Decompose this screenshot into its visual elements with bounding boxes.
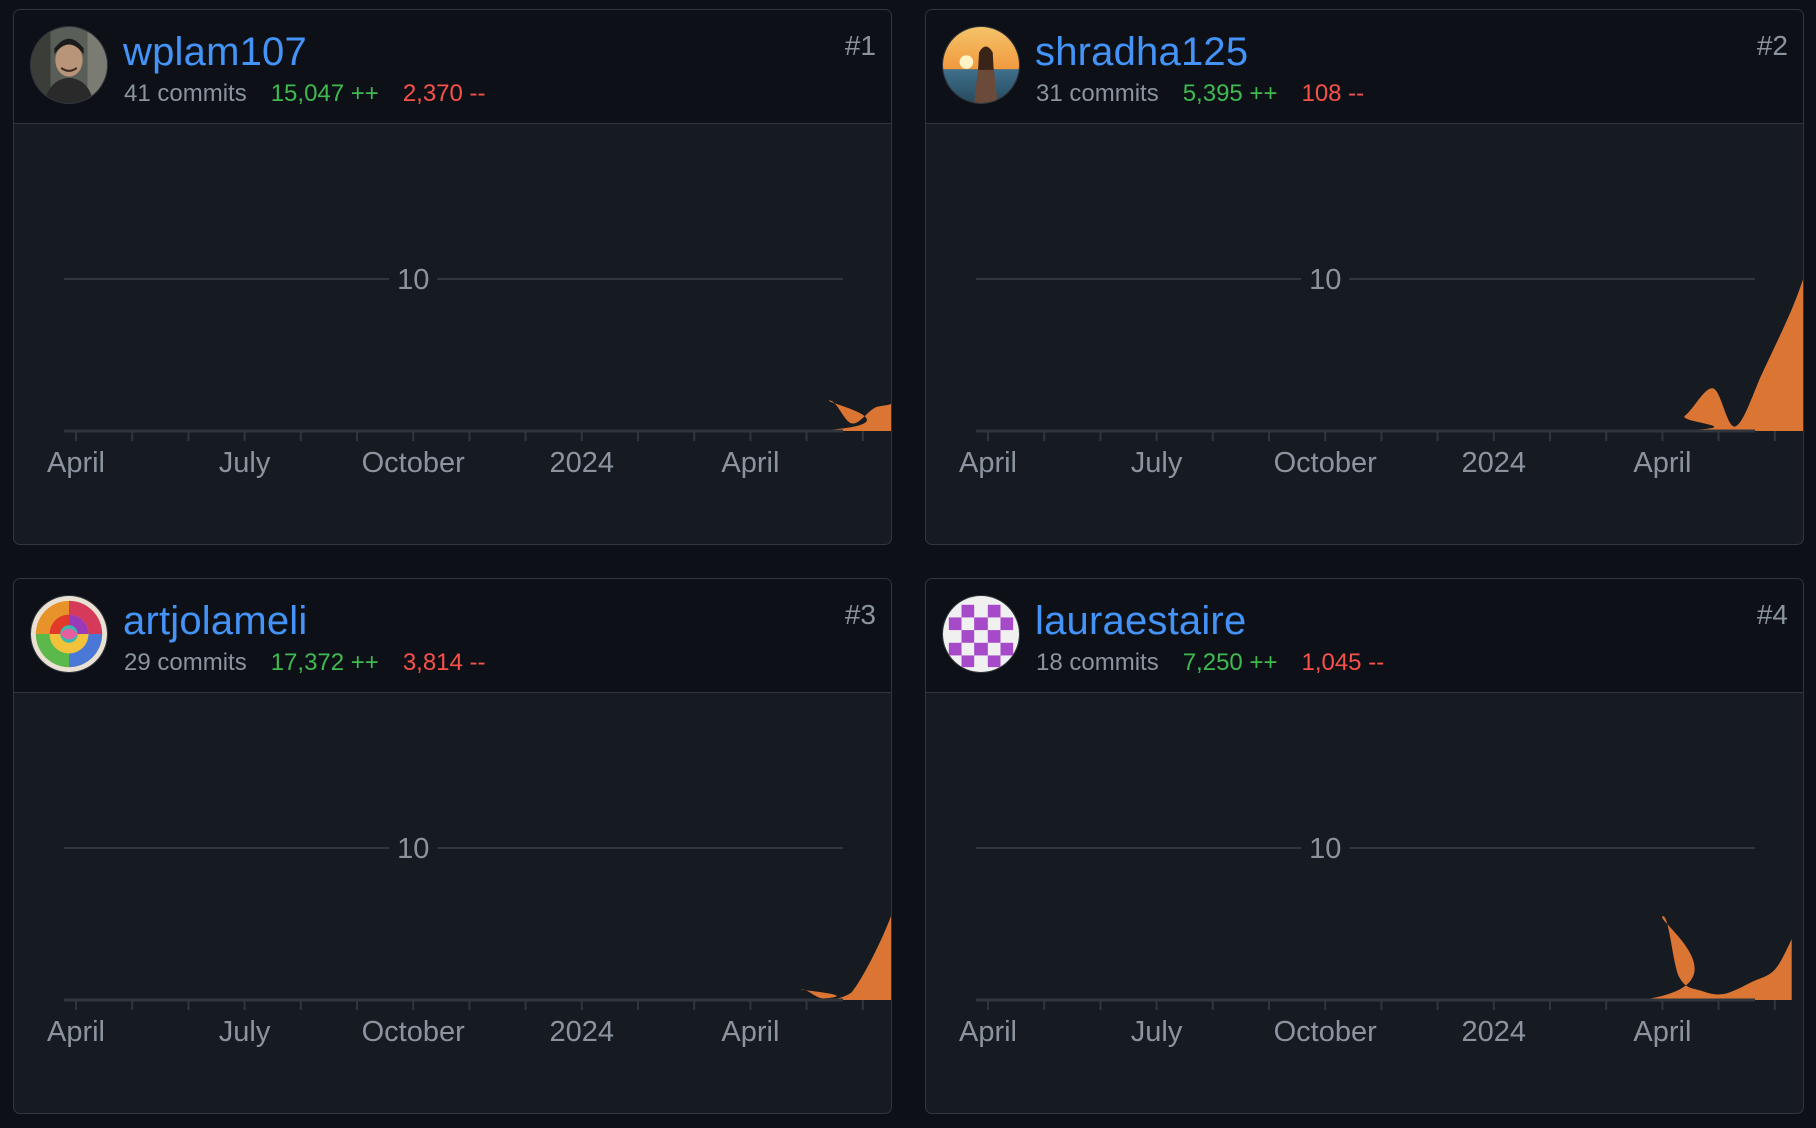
rank-label: #2 <box>1756 30 1788 61</box>
x-tick-label: April <box>1633 447 1691 479</box>
x-tick-label: 2024 <box>1462 447 1527 479</box>
photo-avatar-person-icon <box>31 27 107 103</box>
gridline-label: 10 <box>1309 264 1341 296</box>
commits-area <box>76 916 891 1000</box>
card-header: wplam107 41 commits 15,047 ++ 2,370 -- #1 <box>14 10 891 124</box>
deletions-count: 1,045 -- <box>1301 649 1385 676</box>
username-link[interactable]: wplam107 <box>123 30 307 75</box>
x-tick-label: October <box>1274 447 1377 479</box>
deletions-count: 3,814 -- <box>402 649 486 676</box>
username-link[interactable]: shradha125 <box>1035 30 1248 75</box>
contributor-card: shradha125 31 commits 5,395 ++ 108 -- #2 1… <box>925 9 1804 545</box>
additions-count: 5,395 ++ <box>1182 80 1278 107</box>
contributor-card: wplam107 41 commits 15,047 ++ 2,370 -- #1 … <box>13 9 892 545</box>
commit-count-link[interactable]: 31 commits <box>1036 80 1159 107</box>
commits-area-chart: 10 April July October 2024 April <box>959 830 1792 1048</box>
additions-count: 15,047 ++ <box>270 80 379 107</box>
commit-count-link[interactable]: 29 commits <box>124 649 247 676</box>
photo-avatar-sunset-person-icon <box>943 27 1019 103</box>
card-header: shradha125 31 commits 5,395 ++ 108 -- #2 <box>926 10 1803 124</box>
contributor-stats: 31 commits 5,395 ++ 108 -- <box>1036 80 1388 108</box>
contributor-stats: 18 commits 7,250 ++ 1,045 -- <box>1036 649 1408 677</box>
commit-count-link[interactable]: 18 commits <box>1036 649 1159 676</box>
x-tick-label: October <box>362 1016 465 1048</box>
contributor-stats: 41 commits 15,047 ++ 2,370 -- <box>124 80 510 108</box>
x-tick-label: July <box>1131 447 1183 479</box>
card-header: lauraestaire 18 commits 7,250 ++ 1,045 -- … <box>926 579 1803 693</box>
deletions-count: 108 -- <box>1301 80 1365 107</box>
gridline-label: 10 <box>397 833 429 865</box>
avatar[interactable] <box>942 595 1020 673</box>
username-link[interactable]: lauraestaire <box>1035 599 1246 644</box>
rank-label: #4 <box>1756 599 1788 630</box>
username-link[interactable]: artjolameli <box>123 599 308 644</box>
x-tick-label: July <box>219 1016 271 1048</box>
commits-area <box>988 916 1792 1000</box>
x-tick-label: October <box>362 447 465 479</box>
card-header: artjolameli 29 commits 17,372 ++ 3,814 -- … <box>14 579 891 693</box>
x-tick-label: July <box>219 447 271 479</box>
x-tick-label: 2024 <box>550 1016 615 1048</box>
x-tick-label: October <box>1274 1016 1377 1048</box>
commits-area <box>988 279 1803 432</box>
commits-area <box>76 400 891 432</box>
gridline-label: 10 <box>397 264 429 296</box>
gridline-label: 10 <box>1309 833 1341 865</box>
avatar[interactable] <box>30 595 108 673</box>
rank-label: #1 <box>844 30 876 61</box>
x-tick-label: April <box>959 447 1017 479</box>
x-tick-label: July <box>1131 1016 1183 1048</box>
x-tick-label: April <box>959 1016 1017 1048</box>
avatar[interactable] <box>942 26 1020 104</box>
commit-count-link[interactable]: 41 commits <box>124 80 247 107</box>
photo-avatar-rainbow-rose-icon <box>31 596 107 672</box>
deletions-count: 2,370 -- <box>402 80 486 107</box>
additions-count: 7,250 ++ <box>1182 649 1278 676</box>
rank-label: #3 <box>844 599 876 630</box>
x-tick-label: April <box>47 447 105 479</box>
contributor-stats: 29 commits 17,372 ++ 3,814 -- <box>124 649 510 677</box>
x-tick-label: April <box>721 447 779 479</box>
commits-area-chart: 10 April July October 2024 April <box>959 261 1803 479</box>
commits-area-chart: 10 April July October 2024 April <box>47 261 891 479</box>
x-tick-label: April <box>47 1016 105 1048</box>
x-tick-label: 2024 <box>1462 1016 1527 1048</box>
additions-count: 17,372 ++ <box>270 649 379 676</box>
commits-area-chart: 10 April July October 2024 April <box>47 830 891 1048</box>
identicon-purple-avatar-icon <box>943 596 1019 672</box>
x-tick-label: April <box>721 1016 779 1048</box>
contributor-card: lauraestaire 18 commits 7,250 ++ 1,045 -- … <box>925 578 1804 1114</box>
x-tick-label: 2024 <box>550 447 615 479</box>
x-tick-label: April <box>1633 1016 1691 1048</box>
avatar[interactable] <box>30 26 108 104</box>
contributor-card: artjolameli 29 commits 17,372 ++ 3,814 -- … <box>13 578 892 1114</box>
